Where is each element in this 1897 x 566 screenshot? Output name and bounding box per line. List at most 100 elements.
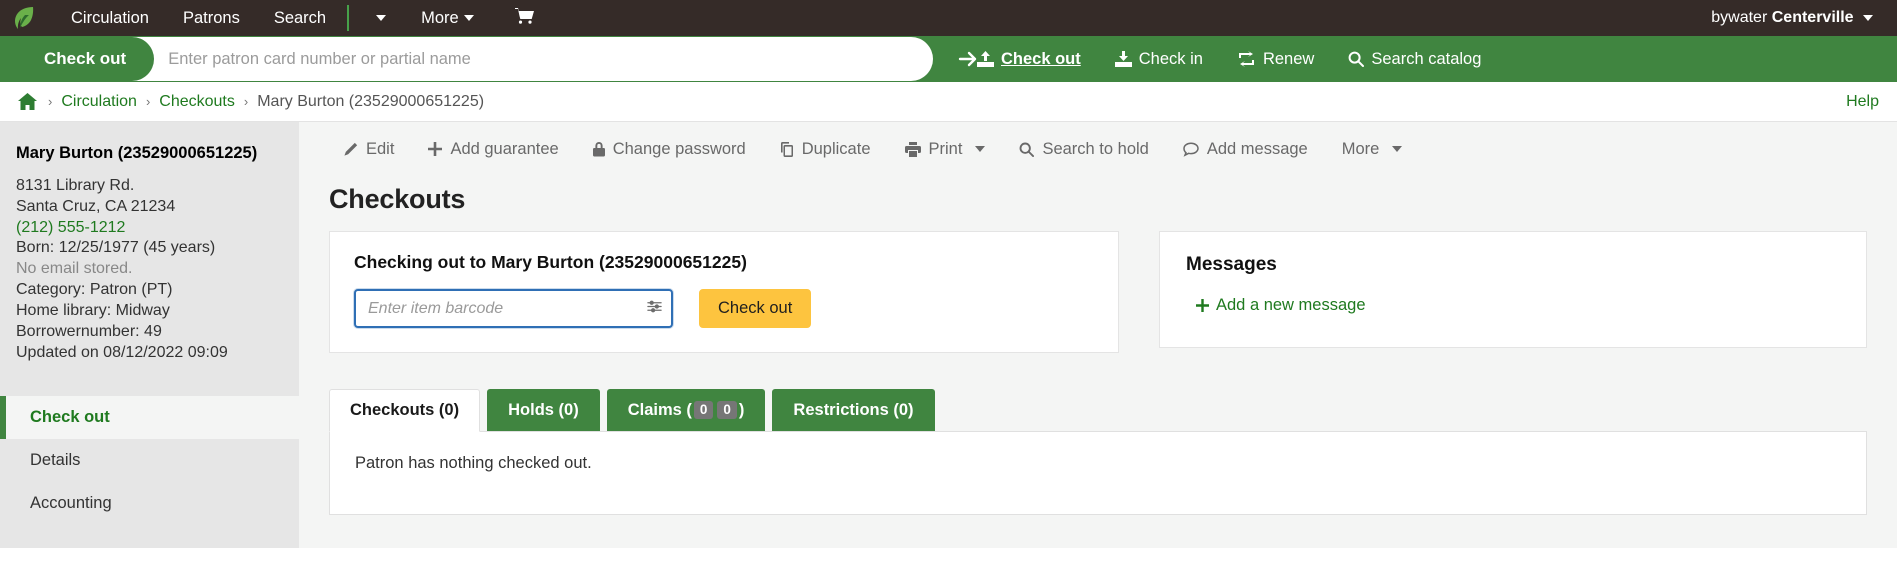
tab-checkouts[interactable]: Checkouts (0) — [329, 389, 481, 432]
add-message-button[interactable]: Add message — [1166, 133, 1325, 166]
search-pill: Check out — [0, 37, 933, 81]
edit-button-label: Edit — [366, 139, 395, 158]
sliders-icon[interactable] — [647, 299, 662, 319]
check-in-icon — [1114, 51, 1132, 67]
patron-toolbar: Edit Add guarantee Change password Dupli… — [299, 122, 1897, 176]
link-check-in-label: Check in — [1138, 49, 1203, 68]
topnav-circulation[interactable]: Circulation — [54, 3, 166, 34]
check-out-submit-button[interactable]: Check out — [699, 289, 812, 328]
more-button-label: More — [1341, 139, 1380, 158]
sidebar-item-check-out[interactable]: Check out — [0, 395, 299, 439]
patron-address-line1: 8131 Library Rd. — [16, 176, 135, 194]
breadcrumb-separator: › — [145, 94, 151, 109]
main-content: Edit Add guarantee Change password Dupli… — [299, 122, 1897, 548]
add-new-message-label: Add a new message — [1216, 296, 1366, 314]
barcode-field-wrapper — [354, 289, 673, 328]
edit-button[interactable]: Edit — [326, 133, 411, 166]
print-button[interactable]: Print — [888, 133, 1003, 166]
patron-sidebar: Mary Burton (23529000651225) 8131 Librar… — [0, 122, 299, 548]
tab-claims-badge-1: 0 — [693, 401, 714, 419]
user-menu[interactable]: bywater Centerville — [1711, 9, 1879, 27]
add-guarantee-button-label: Add guarantee — [450, 139, 559, 158]
cart-icon[interactable] — [505, 1, 544, 35]
chevron-down-icon — [975, 146, 986, 152]
user-library: Centerville — [1771, 9, 1854, 26]
breadcrumb-item-current: Mary Burton (23529000651225) — [257, 92, 485, 110]
tab-panel-checkouts: Patron has nothing checked out. — [329, 430, 1867, 515]
change-password-button[interactable]: Change password — [576, 133, 763, 166]
tab-claims-label-post: ) — [738, 401, 745, 419]
chevron-down-icon — [1392, 146, 1403, 152]
user-prefix: bywater — [1711, 9, 1768, 26]
chevron-down-icon — [376, 15, 387, 22]
plus-icon — [428, 142, 443, 156]
patron-name: Mary Burton (23529000651225) — [16, 144, 258, 162]
breadcrumb-separator: › — [48, 94, 53, 109]
search-submit-button[interactable] — [945, 37, 991, 81]
page-title: Checkouts — [329, 184, 466, 214]
search-bar: Check out Check out Check in Renew Searc… — [0, 36, 1897, 82]
sidebar-item-details[interactable]: Details — [0, 439, 299, 482]
link-check-in[interactable]: Check in — [1098, 50, 1220, 69]
search-scope-tab[interactable]: Check out — [0, 37, 155, 81]
lock-icon — [592, 141, 605, 156]
sidebar-item-accounting[interactable]: Accounting — [0, 482, 299, 525]
add-message-button-label: Add message — [1206, 139, 1308, 158]
breadcrumb-item-circulation[interactable]: Circulation — [61, 93, 137, 111]
duplicate-button[interactable]: Duplicate — [763, 133, 888, 166]
breadcrumb-separator: › — [243, 94, 249, 109]
add-new-message-link[interactable]: Add a new message — [1186, 296, 1366, 315]
patron-search-input[interactable] — [154, 39, 933, 79]
checkout-card: Checking out to Mary Burton (23529000651… — [329, 231, 1119, 353]
patron-address-line2: Santa Cruz, CA 21234 — [16, 197, 176, 215]
topnav-divider — [347, 5, 350, 31]
printer-icon — [904, 141, 921, 157]
checkout-card-title: Checking out to Mary Burton (23529000651… — [354, 252, 747, 272]
topnav-patrons[interactable]: Patrons — [166, 3, 257, 34]
duplicate-button-label: Duplicate — [801, 139, 871, 158]
checkout-form-row: Check out — [354, 289, 1094, 328]
koha-leaf-logo[interactable] — [10, 5, 40, 31]
barcode-input[interactable] — [354, 289, 673, 328]
topnav-dropdown-toggle[interactable] — [353, 3, 404, 34]
tab-holds[interactable]: Holds (0) — [487, 389, 600, 431]
tab-claims-label-pre: Claims ( — [627, 401, 692, 419]
messages-card-title: Messages — [1186, 254, 1277, 275]
checkout-panel: Checking out to Mary Burton (23529000651… — [329, 231, 1119, 353]
topnav-more[interactable]: More — [404, 3, 491, 34]
empty-checkouts-message: Patron has nothing checked out. — [355, 453, 592, 472]
link-renew[interactable]: Renew — [1220, 50, 1331, 69]
topnav-more-label: More — [421, 8, 459, 27]
renew-icon — [1238, 51, 1254, 67]
patron-phone[interactable]: (212) 555-1212 — [16, 218, 283, 239]
pencil-icon — [344, 142, 358, 156]
topnav-search[interactable]: Search — [257, 3, 343, 34]
tab-restrictions[interactable]: Restrictions (0) — [772, 389, 935, 431]
patron-updated-on: Updated on 08/12/2022 09:09 — [16, 343, 228, 361]
messages-panel: Messages Add a new message — [1159, 231, 1867, 348]
link-search-catalog-label: Search catalog — [1371, 49, 1482, 68]
search-icon — [1348, 51, 1365, 67]
copy-icon — [780, 141, 793, 157]
link-renew-label: Renew — [1262, 49, 1315, 68]
breadcrumb: › Circulation › Checkouts › Mary Burton … — [0, 82, 1897, 122]
home-icon[interactable] — [18, 93, 37, 110]
tab-claims[interactable]: Claims (0 0) — [606, 389, 766, 431]
chevron-down-icon — [1863, 14, 1873, 21]
help-link[interactable]: Help — [1846, 93, 1879, 111]
search-to-hold-button[interactable]: Search to hold — [1002, 133, 1165, 166]
patron-details: 8131 Library Rd. Santa Cruz, CA 21234 (2… — [0, 176, 299, 364]
breadcrumb-item-checkouts[interactable]: Checkouts — [159, 93, 235, 111]
messages-card: Messages Add a new message — [1159, 231, 1867, 348]
add-guarantee-button[interactable]: Add guarantee — [411, 133, 575, 166]
tab-claims-badge-2: 0 — [717, 401, 737, 419]
more-button[interactable]: More — [1325, 133, 1420, 166]
link-search-catalog[interactable]: Search catalog — [1331, 50, 1498, 69]
page-body: Mary Burton (23529000651225) 8131 Librar… — [0, 122, 1897, 548]
change-password-button-label: Change password — [612, 139, 746, 158]
patron-borrowernumber: Borrowernumber: 49 — [16, 322, 162, 340]
patron-sidebar-nav: Check out Details Accounting — [0, 395, 299, 525]
patron-email: No email stored. — [16, 260, 133, 278]
patron-tabs: Checkouts (0) Holds (0) Claims (0 0) Rest… — [329, 389, 1867, 432]
panels-row: Checking out to Mary Burton (23529000651… — [299, 231, 1897, 353]
